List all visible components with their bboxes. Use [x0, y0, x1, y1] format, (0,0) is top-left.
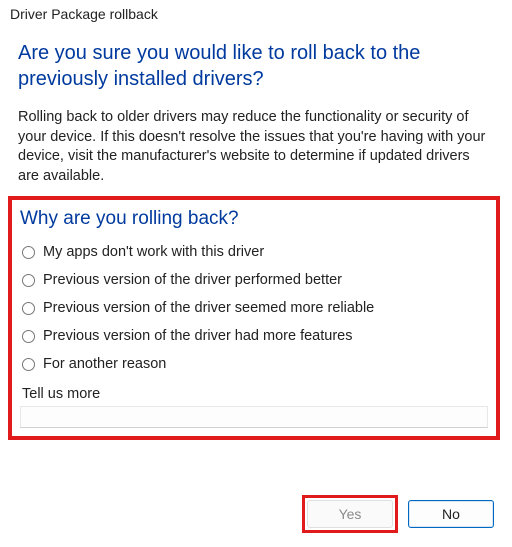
reason-option[interactable]: My apps don't work with this driver — [22, 244, 488, 260]
rollback-reason-section: Why are you rolling back? My apps don't … — [8, 196, 500, 440]
dialog-description: Rolling back to older drivers may reduce… — [18, 108, 494, 186]
reason-label: Previous version of the driver had more … — [43, 328, 352, 344]
reason-radio[interactable] — [22, 302, 35, 315]
reason-option[interactable]: For another reason — [22, 356, 488, 372]
reason-radio[interactable] — [22, 358, 35, 371]
reason-label: For another reason — [43, 356, 166, 372]
yes-button[interactable]: Yes — [307, 500, 393, 528]
yes-button-highlight: Yes — [302, 495, 398, 533]
reason-subheading: Why are you rolling back? — [20, 208, 488, 230]
reason-radio-list: My apps don't work with this driver Prev… — [20, 244, 488, 372]
reason-label: Previous version of the driver performed… — [43, 272, 342, 288]
reason-option[interactable]: Previous version of the driver seemed mo… — [22, 300, 488, 316]
dialog-footer: Yes No — [0, 479, 512, 547]
reason-radio[interactable] — [22, 274, 35, 287]
reason-radio[interactable] — [22, 246, 35, 259]
tell-more-label: Tell us more — [20, 386, 488, 402]
dialog-window: Driver Package rollback Are you sure you… — [0, 0, 512, 547]
reason-radio[interactable] — [22, 330, 35, 343]
dialog-heading: Are you sure you would like to roll back… — [18, 40, 494, 92]
reason-option[interactable]: Previous version of the driver performed… — [22, 272, 488, 288]
reason-label: Previous version of the driver seemed mo… — [43, 300, 374, 316]
reason-option[interactable]: Previous version of the driver had more … — [22, 328, 488, 344]
dialog-content: Are you sure you would like to roll back… — [0, 26, 512, 479]
no-button[interactable]: No — [408, 500, 494, 528]
window-title: Driver Package rollback — [0, 0, 512, 26]
tell-more-input[interactable] — [20, 406, 488, 428]
reason-label: My apps don't work with this driver — [43, 244, 264, 260]
